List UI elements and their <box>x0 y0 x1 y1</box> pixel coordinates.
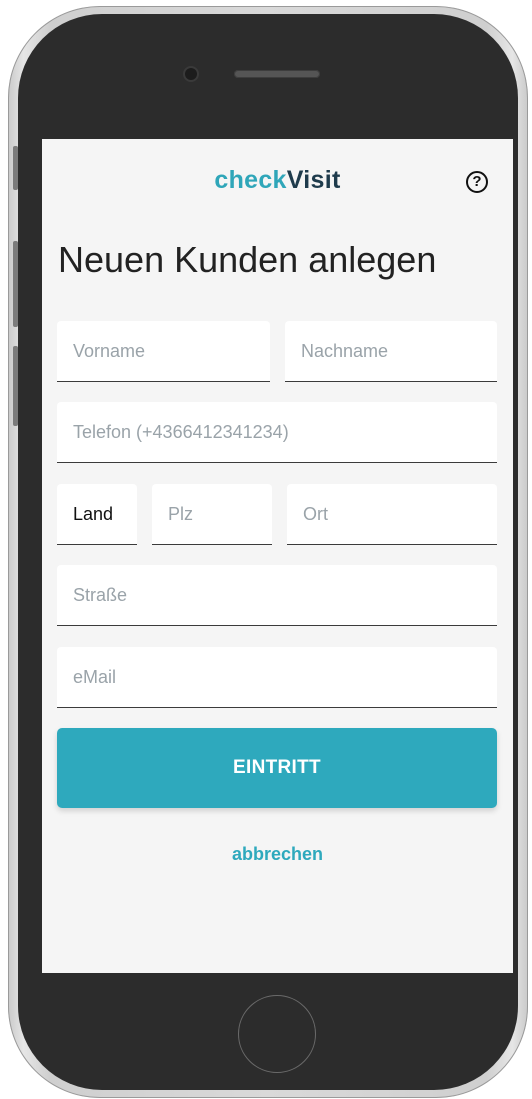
speaker-grille <box>234 70 320 78</box>
last-name-field[interactable] <box>285 321 497 382</box>
zip-input[interactable] <box>168 484 262 544</box>
front-camera-icon <box>185 68 197 80</box>
last-name-input[interactable] <box>301 321 487 381</box>
city-field[interactable] <box>287 484 497 545</box>
phone-input[interactable] <box>73 402 487 462</box>
country-field[interactable] <box>57 484 137 545</box>
cancel-link[interactable]: abbrechen <box>42 844 513 865</box>
app-logo: checkVisit <box>42 166 513 195</box>
first-name-input[interactable] <box>73 321 260 381</box>
logo-text-visit: Visit <box>286 166 341 194</box>
country-input[interactable] <box>73 484 127 544</box>
email-input[interactable] <box>73 647 487 707</box>
city-input[interactable] <box>303 484 487 544</box>
zip-field[interactable] <box>152 484 272 545</box>
email-field[interactable] <box>57 647 497 708</box>
first-name-field[interactable] <box>57 321 270 382</box>
street-field[interactable] <box>57 565 497 626</box>
home-button[interactable] <box>238 995 316 1073</box>
phone-field[interactable] <box>57 402 497 463</box>
help-icon[interactable]: ? <box>466 171 488 193</box>
submit-button[interactable]: EINTRITT <box>57 728 497 808</box>
street-input[interactable] <box>73 565 487 625</box>
page-title: Neuen Kunden anlegen <box>58 239 437 280</box>
logo-text-check: check <box>214 166 287 194</box>
app-screen: checkVisit ? Neuen Kunden anlegen EINTRI… <box>42 139 513 973</box>
